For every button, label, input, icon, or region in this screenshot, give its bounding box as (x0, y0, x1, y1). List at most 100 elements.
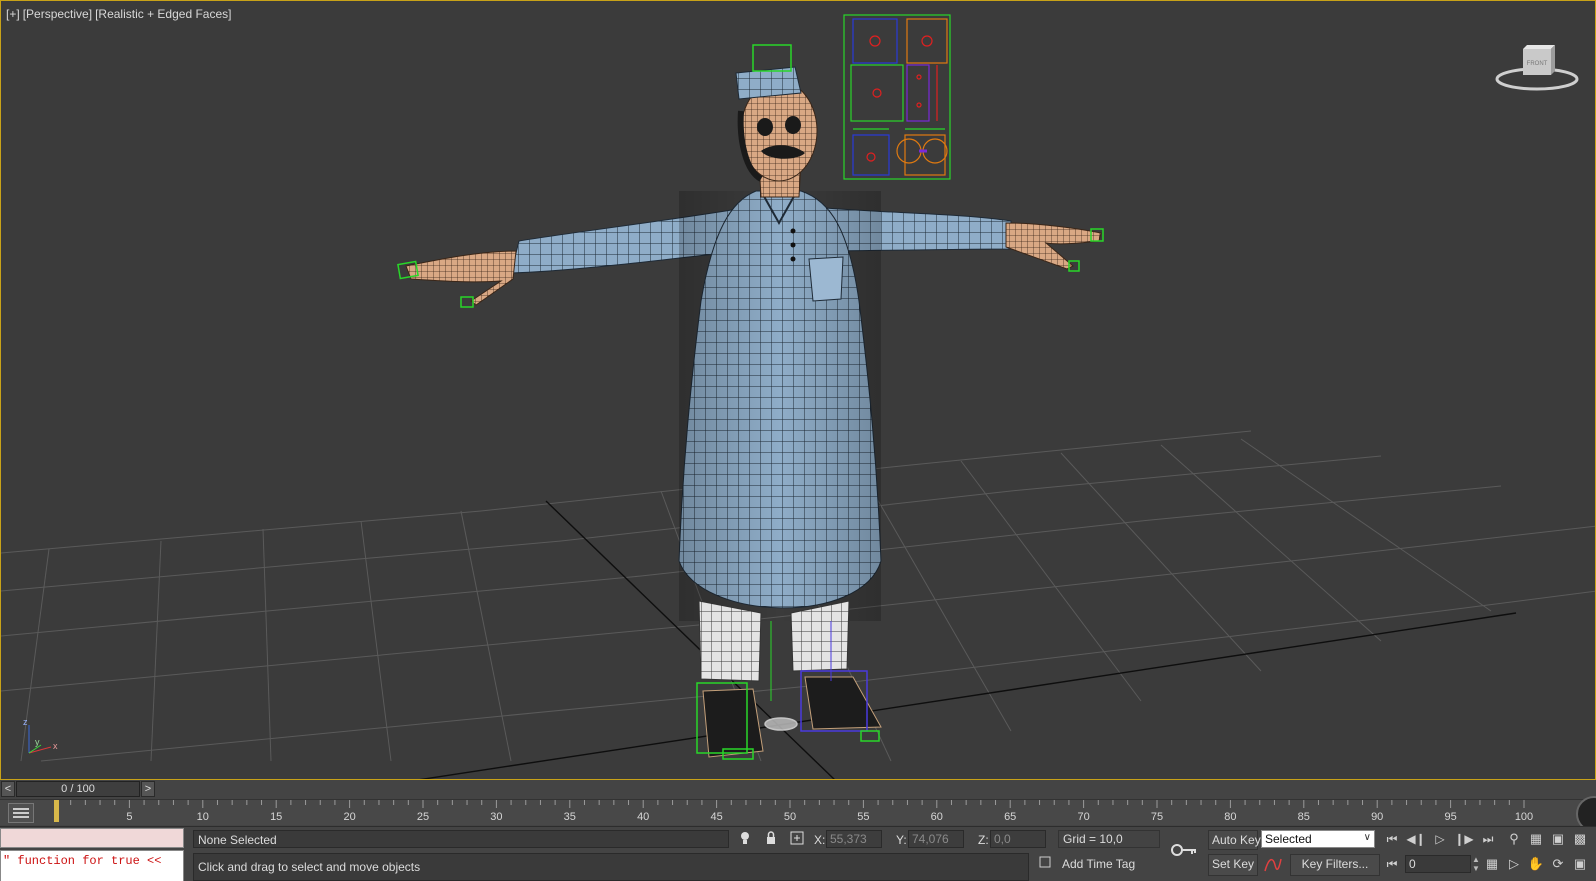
key-filters-button[interactable]: Key Filters... (1290, 854, 1380, 876)
world-axis-lines (419, 500, 1517, 779)
y-coord-field[interactable]: 74,076 (908, 830, 964, 848)
x-coord-field[interactable]: 55,373 (826, 830, 882, 848)
set-keys-key-button[interactable] (1170, 841, 1198, 859)
tangent-curve-icon (1264, 858, 1282, 872)
frame-tick-label: 80 (1224, 811, 1236, 823)
character-model[interactable] (405, 66, 1102, 758)
viewcube-face-label: FRONT (1527, 61, 1548, 67)
frame-tick-label: 65 (1004, 811, 1016, 823)
auto-key-button[interactable]: Auto Key (1208, 830, 1261, 850)
hand-pan-button[interactable]: ✋ (1527, 855, 1545, 873)
frame-tick-label: 55 (857, 811, 869, 823)
pan-view-button[interactable]: ▷ (1505, 855, 1523, 873)
viewcube[interactable]: FRONT (1493, 39, 1581, 95)
frame-tick-label: 85 (1298, 811, 1310, 823)
tag-icon (1039, 856, 1051, 868)
play-button[interactable]: ▷ (1430, 830, 1450, 848)
axis-x-label-wrap: x (53, 741, 58, 751)
viewport-general-menu[interactable]: [+] (6, 7, 20, 21)
default-tangent-button[interactable] (1263, 855, 1283, 873)
pan-view-icon: ▷ (1509, 856, 1519, 871)
x-coord-label: X: (814, 833, 826, 847)
zoom-all-button[interactable]: ▦ (1527, 830, 1545, 848)
frame-tick-label: 70 (1077, 811, 1089, 823)
frame-tick-label: 75 (1151, 811, 1163, 823)
time-slider[interactable]: < 0 / 100 > (0, 780, 1596, 798)
axis-y-label-wrap: y (35, 737, 40, 747)
viewcube-icon: FRONT (1495, 45, 1579, 91)
time-slider-thumb[interactable]: 0 / 100 (16, 781, 140, 797)
frame-tick-label: 60 (931, 811, 943, 823)
selection-status: None Selected (193, 830, 729, 848)
track-bar[interactable]: 5 10 15 20 25 30 35 40 45 50 55 60 65 70 75 80 85 90 95 100 (0, 796, 1596, 832)
key-mode-toggle[interactable]: ⏮ (1382, 855, 1402, 873)
frame-tick-label: 25 (417, 811, 429, 823)
maxscript-listener-output[interactable]: " function for true << (0, 850, 184, 881)
frame-tick-label: 10 (197, 811, 209, 823)
axis-z-label: z (23, 717, 28, 727)
zoom-extents-all-button[interactable]: ▩ (1571, 830, 1589, 848)
viewport-shading-menu[interactable]: [Realistic + Edged Faces] (95, 7, 231, 21)
orbit-button[interactable]: ⟳ (1549, 855, 1567, 873)
field-of-view-button[interactable]: ▦ (1483, 855, 1501, 873)
current-frame-spinner[interactable]: ▲ ▼ (1472, 855, 1480, 873)
maximize-viewport-icon: ▣ (1573, 856, 1587, 871)
mini-curve-editor-toggle[interactable] (8, 803, 34, 823)
frame-tick-label: 50 (784, 811, 796, 823)
next-frame-button[interactable]: ❙▶ (1454, 830, 1474, 848)
maximize-viewport-button[interactable]: ▣ (1571, 855, 1589, 873)
bulb-icon (741, 832, 749, 844)
frame-tick-label: 15 (270, 811, 282, 823)
axis-x-label: x (53, 741, 58, 751)
current-frame-field[interactable]: 0 (1405, 855, 1471, 873)
viewport-point-of-view-menu[interactable]: [Perspective] (23, 7, 92, 21)
current-frame-marker[interactable] (54, 800, 59, 822)
time-slider-next-button[interactable]: > (141, 781, 155, 797)
grid-size-readout: Grid = 10,0 (1058, 830, 1160, 848)
previous-frame-icon: ◀❙ (1406, 832, 1426, 846)
lock-icon (767, 831, 775, 844)
field-of-view-icon: ▦ (1485, 856, 1499, 871)
facial-control-panel (843, 14, 951, 180)
frame-tick-label: 90 (1371, 811, 1383, 823)
chevron-down-icon: ∨ (1363, 832, 1371, 843)
axis-tripod (28, 725, 52, 754)
app-window: [+] [Perspective] [Realistic + Edged Faces… (0, 0, 1596, 881)
frame-tick-label: 40 (637, 811, 649, 823)
axis-y-label: y (35, 737, 40, 747)
scene-canvas[interactable] (1, 1, 1596, 780)
go-to-start-button[interactable]: ⏮ (1382, 830, 1402, 848)
go-to-start-icon: ⏮ (1386, 832, 1398, 846)
curve-editor-icon (13, 808, 29, 818)
perspective-viewport[interactable]: [+] [Perspective] [Realistic + Edged Faces… (0, 0, 1596, 780)
key-mode-icon: ⏮ (1386, 857, 1398, 871)
set-key-button[interactable]: Set Key (1208, 854, 1258, 876)
go-to-end-button[interactable]: ⏭ (1478, 830, 1498, 848)
add-time-tag-button[interactable]: Add Time Tag (1058, 855, 1160, 873)
isolate-selection-button[interactable] (736, 830, 754, 848)
previous-frame-button[interactable]: ◀❙ (1406, 830, 1426, 848)
zoom-extents-button[interactable]: ▣ (1549, 830, 1567, 848)
selection-set-dropdown[interactable]: Selected ∨ (1261, 830, 1375, 848)
viewport-labels[interactable]: [+] [Perspective] [Realistic + Edged Faces… (6, 7, 234, 21)
spinner-up-icon: ▲ (1472, 855, 1480, 864)
play-icon: ▷ (1435, 832, 1445, 846)
z-coord-field[interactable]: 0,0 (990, 830, 1046, 848)
frame-ruler[interactable]: 5 10 15 20 25 30 35 40 45 50 55 60 65 70 75 80 85 90 95 100 (50, 800, 1550, 826)
frame-tick-label: 35 (564, 811, 576, 823)
transform-mode-icon (790, 831, 804, 845)
y-coord-label: Y: (896, 833, 907, 847)
frame-tick-label: 20 (343, 811, 355, 823)
hand-icon: ✋ (1527, 856, 1545, 871)
next-frame-icon: ❙▶ (1454, 832, 1474, 846)
maxscript-listener-input[interactable] (0, 828, 184, 848)
zoom-all-icon: ▦ (1529, 831, 1543, 846)
frame-tick-label: 30 (490, 811, 502, 823)
absolute-offset-toggle[interactable] (788, 830, 806, 848)
zoom-button[interactable]: ⚲ (1505, 830, 1523, 848)
time-tag-icon-button[interactable] (1036, 855, 1054, 873)
zoom-extents-icon: ▣ (1551, 831, 1565, 846)
selection-lock-button[interactable] (762, 830, 780, 848)
axis-labels: z (23, 717, 28, 727)
time-slider-prev-button[interactable]: < (1, 781, 15, 797)
